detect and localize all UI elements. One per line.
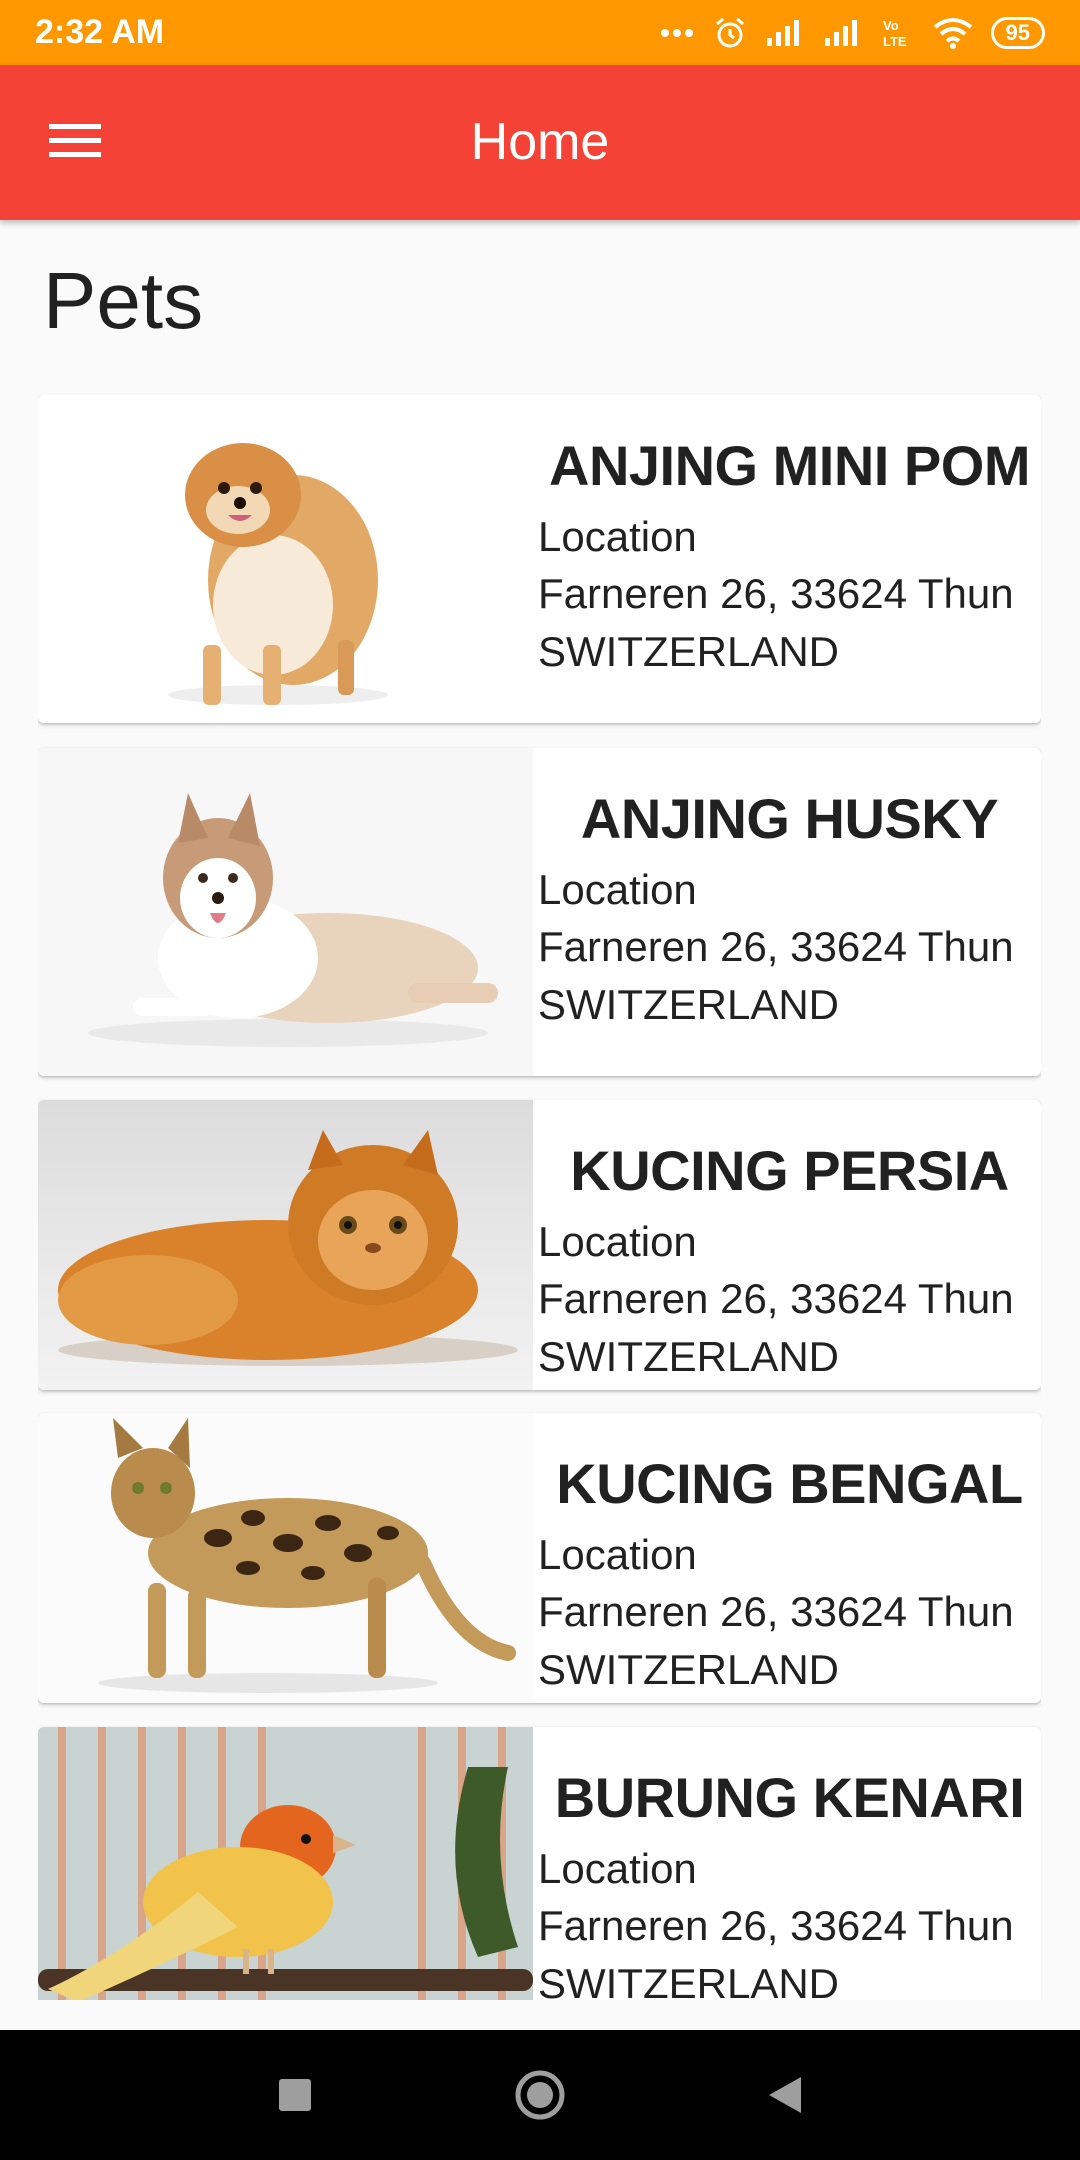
pet-name: KUCING BENGAL <box>556 1452 1023 1515</box>
location-label: Location <box>538 1218 697 1265</box>
status-bar: 2:32 AM Vo LTE 95 <box>0 0 1080 65</box>
pet-list[interactable]: ANJING MINI POM Location Farneren 26, 33… <box>38 395 1041 2000</box>
pet-info: ANJING HUSKY Location Farneren 26, 33624… <box>538 748 1041 1076</box>
pet-name: KUCING PERSIA <box>570 1139 1009 1202</box>
back-triangle-icon[interactable] <box>767 2075 803 2115</box>
location-label: Location <box>538 866 697 913</box>
status-icons: Vo LTE 95 <box>659 16 1045 50</box>
bengal-cat-photo <box>38 1413 533 1703</box>
pet-card[interactable]: KUCING PERSIA Location Farneren 26, 3362… <box>38 1100 1041 1390</box>
pet-address: Farneren 26, 33624 Thun <box>538 570 1014 617</box>
pet-address: Farneren 26, 33624 Thun <box>538 1275 1014 1322</box>
pet-name: ANJING MINI POM <box>549 434 1030 497</box>
pet-card[interactable]: BURUNG KENARI Location Farneren 26, 3362… <box>38 1727 1041 2000</box>
location-label: Location <box>538 1531 697 1578</box>
volte-icon: Vo LTE <box>883 18 907 49</box>
pet-address: Farneren 26, 33624 Thun <box>538 1902 1014 1949</box>
pet-info: KUCING BENGAL Location Farneren 26, 3362… <box>538 1413 1041 1703</box>
home-circle-icon[interactable] <box>513 2068 567 2122</box>
svg-text:LTE: LTE <box>883 34 907 49</box>
pet-country: SWITZERLAND <box>538 1333 840 1380</box>
recents-square-icon[interactable] <box>277 2077 313 2113</box>
location-label: Location <box>538 513 697 560</box>
signal-icon <box>766 19 799 46</box>
hamburger-menu-icon[interactable] <box>40 110 110 170</box>
alarm-icon <box>715 17 744 47</box>
app-title: Home <box>470 113 610 171</box>
wifi-icon <box>933 17 972 49</box>
battery-icon: 95 <box>990 16 1045 49</box>
pet-card[interactable]: ANJING HUSKY Location Farneren 26, 33624… <box>38 748 1041 1076</box>
pet-card[interactable]: ANJING MINI POM Location Farneren 26, 33… <box>38 395 1041 723</box>
pet-country: SWITZERLAND <box>538 1646 840 1693</box>
pet-country: SWITZERLAND <box>538 1960 840 2000</box>
more-dots-icon <box>660 28 693 37</box>
location-label: Location <box>538 1845 697 1892</box>
pomeranian-photo <box>38 395 533 723</box>
pet-info: KUCING PERSIA Location Farneren 26, 3362… <box>538 1100 1041 1390</box>
page-title: Pets <box>43 256 204 345</box>
pet-address: Farneren 26, 33624 Thun <box>538 1588 1014 1635</box>
signal-icon <box>824 19 857 46</box>
svg-text:Vo: Vo <box>883 18 899 33</box>
status-time: 2:32 AM <box>35 13 165 51</box>
pet-name: ANJING HUSKY <box>580 787 999 850</box>
pet-country: SWITZERLAND <box>538 628 840 675</box>
app-bar: Home <box>0 65 1080 220</box>
pet-info: ANJING MINI POM Location Farneren 26, 33… <box>538 395 1041 723</box>
pet-name: BURUNG KENARI <box>554 1766 1025 1829</box>
pet-card[interactable]: KUCING BENGAL Location Farneren 26, 3362… <box>38 1413 1041 1703</box>
canary-photo <box>38 1727 533 2000</box>
husky-photo <box>38 748 533 1076</box>
persian-cat-photo <box>38 1100 533 1390</box>
navigation-bar <box>0 2030 1080 2160</box>
pet-address: Farneren 26, 33624 Thun <box>538 923 1014 970</box>
pet-country: SWITZERLAND <box>538 981 840 1028</box>
pet-info: BURUNG KENARI Location Farneren 26, 3362… <box>538 1727 1041 2000</box>
